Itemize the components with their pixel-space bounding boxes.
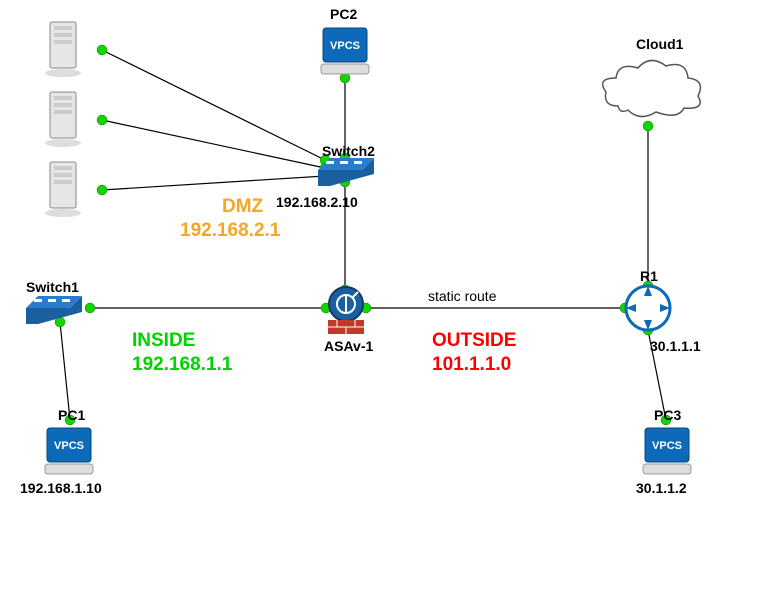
cloud1-label: Cloud1 [636, 36, 683, 52]
pc1-label: PC1 [58, 407, 85, 423]
switch1-label: Switch1 [26, 279, 79, 295]
switch2-ip: 192.168.2.10 [276, 194, 358, 210]
vpcs-badge: VPCS [330, 40, 360, 52]
switch-icon [26, 296, 82, 331]
router-icon [624, 284, 672, 337]
inside-zone-ip: 192.168.1.1 [132, 354, 232, 376]
network-diagram: PC2 VPCS Switch2 192.168.2.10 Cloud1 Swi… [0, 0, 777, 592]
pc3-label: PC3 [654, 407, 681, 423]
vpcs-badge: VPCS [652, 440, 682, 452]
outside-zone-name: OUTSIDE [432, 330, 516, 352]
dmz-zone-ip: 192.168.2.1 [180, 220, 280, 242]
asa-label: ASAv-1 [324, 338, 373, 354]
pc1-ip: 192.168.1.10 [20, 480, 102, 496]
switch2-label: Switch2 [322, 143, 375, 159]
server-icon [40, 88, 100, 155]
outside-zone-ip: 101.1.1.0 [432, 354, 511, 376]
dmz-zone-name: DMZ [222, 196, 263, 218]
pc-icon: VPCS [640, 424, 694, 483]
inside-zone-name: INSIDE [132, 330, 195, 352]
pc-icon: VPCS [318, 24, 372, 83]
firewall-icon [322, 286, 370, 343]
pc-icon: VPCS [42, 424, 96, 483]
static-route-label: static route [428, 288, 496, 304]
server-icon [40, 158, 100, 225]
vpcs-badge: VPCS [54, 440, 84, 452]
switch-icon [318, 158, 374, 193]
pc3-ip: 30.1.1.2 [636, 480, 687, 496]
r1-label: R1 [640, 268, 658, 284]
r1-ip: 30.1.1.1 [650, 338, 701, 354]
pc2-label: PC2 [330, 6, 357, 22]
server-icon [40, 18, 100, 85]
cloud-icon [598, 56, 708, 131]
